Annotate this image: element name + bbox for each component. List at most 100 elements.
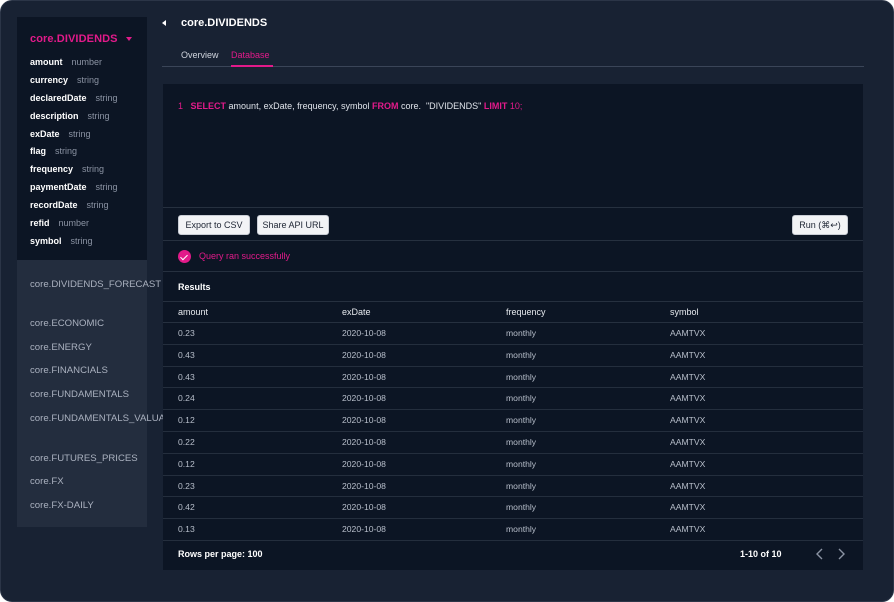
cell-amount: 0.24 <box>178 393 195 404</box>
table-row: 0.22 2020-10-08 monthly AAMTVX <box>163 432 863 454</box>
field-type: number <box>58 218 90 229</box>
table-item-dividends-forecast[interactable]: core.DIVIDENDS_FORECAST <box>30 277 161 293</box>
caret-down-icon[interactable] <box>126 37 132 41</box>
cell-frequency: monthly <box>506 480 537 491</box>
check-circle-icon <box>178 250 191 263</box>
table-item-fx[interactable]: core.FX <box>30 474 142 490</box>
column-header-exdate[interactable]: exDate <box>342 307 371 317</box>
app-window: core.DIVIDENDS amount number currency stri… <box>0 0 894 602</box>
export-csv-button[interactable]: Export to CSV <box>178 215 250 235</box>
table-row: 0.43 2020-10-08 monthly AAMTVX <box>163 367 863 389</box>
results-panel: Results amount exDate frequency symbol 0… <box>163 272 863 570</box>
table-item-fundamentals[interactable]: core.FUNDAMENTALS <box>30 387 142 403</box>
current-table-title[interactable]: core.DIVIDENDS <box>30 33 118 45</box>
cell-exdate: 2020-10-08 <box>342 480 386 491</box>
results-title: Results <box>178 282 211 292</box>
cell-amount: 0.12 <box>178 458 195 469</box>
field-item: declaredDate string <box>30 92 118 110</box>
share-api-url-button[interactable]: Share API URL <box>257 215 329 235</box>
table-item-futures-prices[interactable]: core.FUTURES_PRICES <box>30 451 142 467</box>
sql-keyword-select: SELECT <box>190 101 227 111</box>
sql-editor[interactable]: 1 SELECT amount, exDate, frequency, symb… <box>163 84 863 207</box>
field-type: string <box>95 92 118 103</box>
cell-symbol: AAMTVX <box>670 480 706 491</box>
rows-per-page-selector[interactable]: Rows per page: 100 <box>178 549 263 559</box>
tab-overview[interactable]: Overview <box>181 50 219 60</box>
field-name: exDate <box>30 128 60 139</box>
field-type: string <box>87 110 110 121</box>
cell-symbol: AAMTVX <box>670 371 706 382</box>
cell-exdate: 2020-10-08 <box>342 524 386 535</box>
column-header-amount[interactable]: amount <box>178 307 208 317</box>
tab-database[interactable]: Database <box>231 50 270 60</box>
cell-exdate: 2020-10-08 <box>342 458 386 469</box>
sql-limit-value: 10; <box>507 101 523 111</box>
page-range: 1-10 of 10 <box>740 549 782 559</box>
cell-exdate: 2020-10-08 <box>342 437 386 447</box>
cell-amount: 0.12 <box>178 415 195 426</box>
field-type: string <box>70 235 93 246</box>
column-header-frequency[interactable]: frequency <box>506 307 546 317</box>
sql-table: core. "DIVIDENDS" <box>398 101 484 111</box>
sql-keyword-from: FROM <box>371 101 399 111</box>
table-item-energy[interactable]: core.ENERGY <box>30 340 142 356</box>
field-type: string <box>68 128 91 139</box>
field-item: exDate string <box>30 128 118 146</box>
cell-frequency: monthly <box>506 524 537 535</box>
field-item: flag string <box>30 145 118 163</box>
cell-symbol: AAMTVX <box>670 524 706 535</box>
cell-exdate: 2020-10-08 <box>342 393 386 404</box>
table-item-fundamentals-valuations[interactable]: core.FUNDAMENTALS_VALUATIONS <box>30 411 194 427</box>
status-message: Query ran successfully <box>199 251 291 261</box>
page-title: core.DIVIDENDS <box>181 17 268 29</box>
cell-exdate: 2020-10-08 <box>342 371 386 382</box>
table-row: 0.23 2020-10-08 monthly AAMTVX <box>163 323 863 345</box>
table-item-financials[interactable]: core.FINANCIALS <box>30 363 142 379</box>
cell-frequency: monthly <box>506 393 537 404</box>
query-toolbar: Export to CSV Share API URL Run (⌘↩) <box>163 207 863 241</box>
column-header-symbol[interactable]: symbol <box>670 307 699 317</box>
table-row: 0.23 2020-10-08 monthly AAMTVX <box>163 476 863 498</box>
cell-amount: 0.23 <box>178 328 195 338</box>
field-name: paymentDate <box>30 182 87 193</box>
code-line[interactable]: 1 SELECT amount, exDate, frequency, symb… <box>178 101 522 111</box>
table-row: 0.12 2020-10-08 monthly AAMTVX <box>163 454 863 476</box>
cell-frequency: monthly <box>506 349 537 360</box>
field-type: string <box>55 146 78 157</box>
cell-symbol: AAMTVX <box>670 458 706 469</box>
field-item: symbol string <box>30 235 118 253</box>
table-row: 0.13 2020-10-08 monthly AAMTVX <box>163 519 863 541</box>
table-row: 0.12 2020-10-08 monthly AAMTVX <box>163 410 863 432</box>
sql-keyword-limit: LIMIT <box>483 101 508 111</box>
schema-panel: core.DIVIDENDS amount number currency stri… <box>17 17 147 260</box>
cell-frequency: monthly <box>506 415 537 426</box>
cell-exdate: 2020-10-08 <box>342 415 386 426</box>
field-name: flag <box>30 146 47 157</box>
field-type: string <box>82 164 105 175</box>
cell-exdate: 2020-10-08 <box>342 349 386 360</box>
run-button[interactable]: Run (⌘↩) <box>792 215 848 235</box>
table-row: 0.24 2020-10-08 monthly AAMTVX <box>163 388 863 411</box>
back-arrow-icon[interactable] <box>162 20 166 26</box>
field-item: currency string <box>30 74 118 92</box>
field-item: amount number <box>30 56 118 74</box>
chevron-left-icon[interactable] <box>813 547 827 561</box>
field-name: declaredDate <box>30 92 87 103</box>
cell-frequency: monthly <box>506 458 537 469</box>
cell-exdate: 2020-10-08 <box>342 328 386 338</box>
cell-amount: 0.23 <box>178 480 195 491</box>
field-type: number <box>71 57 103 67</box>
table-item-economic[interactable]: core.ECONOMIC <box>30 316 142 332</box>
table-item-fx-daily[interactable]: core.FX-DAILY <box>30 498 142 514</box>
field-name: frequency <box>30 164 74 175</box>
field-list: amount number currency string declaredDate… <box>30 56 118 253</box>
cell-amount: 0.43 <box>178 349 195 360</box>
cell-amount: 0.13 <box>178 524 195 535</box>
table-row: 0.43 2020-10-08 monthly AAMTVX <box>163 345 863 367</box>
cell-symbol: AAMTVX <box>670 502 706 513</box>
field-type: string <box>86 200 109 211</box>
cell-amount: 0.42 <box>178 502 195 513</box>
chevron-right-icon[interactable] <box>834 547 848 561</box>
cell-frequency: monthly <box>506 328 537 338</box>
active-tab-indicator <box>231 65 273 67</box>
